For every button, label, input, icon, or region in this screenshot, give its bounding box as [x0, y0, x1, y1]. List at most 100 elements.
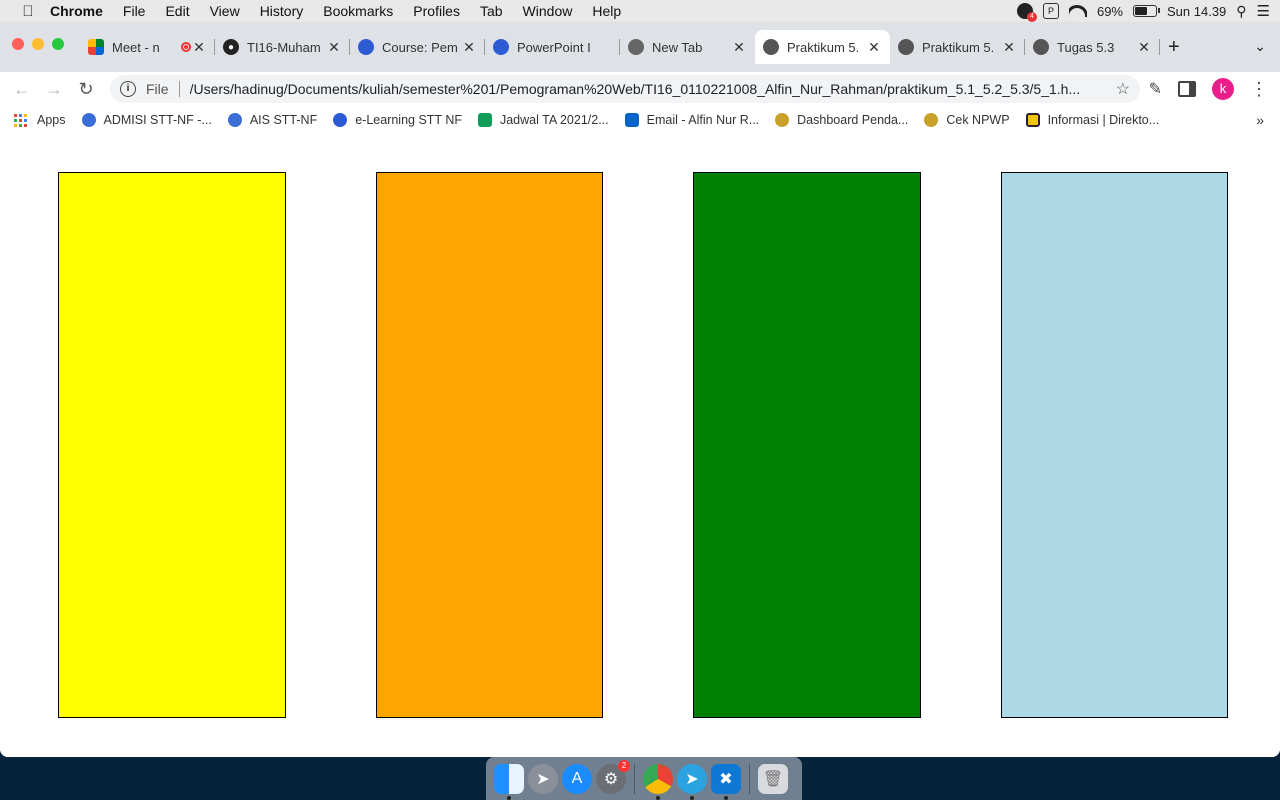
bookmark-npwp[interactable]: Cek NPWP: [924, 113, 1010, 127]
side-panel-icon[interactable]: [1178, 81, 1196, 97]
bookmark-dashboard[interactable]: Dashboard Penda...: [775, 113, 908, 127]
dock-separator: [634, 763, 635, 794]
bookmark-label: Informasi | Direkto...: [1047, 113, 1160, 127]
tab-powerpoint[interactable]: PowerPoint I: [485, 30, 620, 64]
spotlight-icon[interactable]: ⚲: [1236, 3, 1246, 20]
trash-icon[interactable]: 🗑: [758, 763, 788, 794]
close-tab-icon[interactable]: ✕: [461, 39, 477, 56]
scheme-label: File: [146, 81, 169, 97]
tab-title: Course: Pem: [382, 39, 458, 55]
bookmark-apps[interactable]: Apps: [14, 113, 66, 127]
elearning-icon: [493, 39, 509, 55]
tab-meet[interactable]: Meet - n ✕: [80, 30, 215, 64]
new-tab-button[interactable]: +: [1168, 37, 1180, 57]
profile-avatar[interactable]: k: [1212, 78, 1234, 100]
forward-button[interactable]: →: [38, 79, 70, 100]
lightblue-box: [1001, 172, 1228, 718]
window-controls: [12, 38, 64, 50]
close-window-button[interactable]: [12, 38, 24, 50]
menu-help[interactable]: Help: [582, 0, 631, 22]
menu-clock[interactable]: Sun 14.39: [1167, 4, 1226, 19]
menu-app-name[interactable]: Chrome: [40, 0, 113, 22]
tab-title: Tugas 5.3: [1057, 39, 1115, 55]
bookmark-label: AIS STT-NF: [249, 113, 318, 127]
extensions-icon[interactable]: ✎: [1149, 79, 1162, 99]
battery-percent: 69%: [1096, 3, 1123, 19]
tab-new-tab[interactable]: New Tab ✕: [620, 30, 755, 64]
battery-fill: [1135, 7, 1147, 15]
bookmark-label: Jadwal TA 2021/2...: [499, 113, 609, 127]
green-box: [693, 172, 921, 718]
tab-search-chevron-icon[interactable]: ⌄: [1254, 38, 1266, 55]
close-tab-icon[interactable]: ✕: [1136, 39, 1152, 56]
launchpad-icon[interactable]: ➤: [528, 763, 558, 794]
close-tab-icon[interactable]: ✕: [1001, 39, 1017, 56]
address-bar[interactable]: i File /Users/hadinug/Documents/kuliah/s…: [110, 75, 1140, 103]
finder-icon[interactable]: [494, 763, 524, 800]
close-tab-icon[interactable]: ✕: [866, 39, 882, 56]
bookmark-jadwal[interactable]: Jadwal TA 2021/2...: [477, 113, 609, 127]
bookmark-label: Dashboard Penda...: [797, 113, 909, 127]
tab-tugas[interactable]: Tugas 5.3 ✕: [1025, 30, 1160, 64]
tab-praktikum[interactable]: Praktikum 5. ✕: [890, 30, 1025, 64]
toolbar-actions: ✎ k ⋮: [1149, 78, 1268, 100]
tab-title: Meet - n: [112, 39, 160, 55]
telegram-icon[interactable]: ➤: [677, 763, 707, 800]
tab-title: PowerPoint I: [517, 39, 591, 55]
more-menu-icon[interactable]: ⋮: [1250, 80, 1268, 98]
bookmark-email[interactable]: Email - Alfin Nur R...: [624, 113, 759, 127]
menu-profiles[interactable]: Profiles: [403, 0, 470, 22]
globe-icon: [898, 39, 914, 55]
bookmark-ais[interactable]: AIS STT-NF: [227, 113, 318, 127]
tab-course[interactable]: Course: Pem ✕: [350, 30, 485, 64]
bookmark-informasi[interactable]: Informasi | Direkto...: [1025, 113, 1160, 127]
zoom-window-button[interactable]: [52, 38, 64, 50]
bookmark-elearning[interactable]: e-Learning STT NF: [333, 113, 462, 127]
bookmark-star-icon[interactable]: ☆: [1116, 79, 1130, 99]
minimize-window-button[interactable]: [32, 38, 44, 50]
github-icon: ●: [223, 39, 239, 55]
reload-button[interactable]: ↻: [70, 79, 102, 100]
url-text[interactable]: /Users/hadinug/Documents/kuliah/semester…: [190, 81, 1115, 97]
menu-bookmarks[interactable]: Bookmarks: [313, 0, 403, 22]
control-center-icon[interactable]: ☰: [1257, 2, 1270, 20]
apple-menu-icon[interactable]: : [16, 3, 40, 20]
screen-recorder-icon[interactable]: 4: [1016, 3, 1037, 22]
chrome-icon[interactable]: [643, 763, 673, 800]
page-content: [0, 134, 1280, 757]
app-store-icon[interactable]: A: [562, 763, 592, 794]
back-button[interactable]: ←: [6, 79, 38, 100]
recording-icon: [181, 42, 191, 52]
menu-file[interactable]: File: [113, 0, 156, 22]
sttnf-icon: [81, 113, 96, 127]
system-preferences-icon[interactable]: ⚙ 2: [596, 759, 630, 794]
tab-strip: Meet - n ✕ ● TI16-Muham ✕ Course: Pem ✕ …: [0, 22, 1280, 72]
google-meet-icon: [88, 39, 104, 55]
bookmark-admisi[interactable]: ADMISI STT-NF -...: [81, 113, 212, 127]
tab-praktikum-active[interactable]: Praktikum 5. ✕: [755, 30, 890, 64]
bookmark-label: Cek NPWP: [946, 113, 1010, 127]
close-tab-icon[interactable]: ✕: [731, 39, 747, 56]
vscode-icon[interactable]: ✖: [711, 763, 741, 800]
bookmarks-overflow-icon[interactable]: »: [1256, 112, 1264, 128]
info-icon[interactable]: i: [120, 81, 136, 97]
parking-icon[interactable]: P: [1042, 3, 1059, 19]
tab-github[interactable]: ● TI16-Muham ✕: [215, 30, 350, 64]
macos-dock: ➤ A ⚙ 2 ➤ ✖ 🗑: [486, 757, 802, 800]
close-tab-icon[interactable]: ✕: [326, 39, 342, 56]
menu-view[interactable]: View: [200, 0, 250, 22]
dock-separator: [749, 763, 750, 794]
wifi-icon[interactable]: [1068, 5, 1087, 17]
menu-edit[interactable]: Edit: [155, 0, 199, 22]
battery-icon[interactable]: [1133, 5, 1160, 17]
notification-badge: 4: [1026, 12, 1037, 22]
menu-tab[interactable]: Tab: [470, 0, 513, 22]
tab-title: Praktikum 5.: [787, 39, 860, 55]
globe-icon: [1033, 39, 1049, 55]
menu-history[interactable]: History: [250, 0, 314, 22]
menu-window[interactable]: Window: [513, 0, 583, 22]
elearning-icon: [333, 113, 348, 127]
close-tab-icon[interactable]: ✕: [191, 39, 207, 56]
tab-title: Praktikum 5.: [922, 39, 995, 55]
tab-title: New Tab: [652, 39, 703, 55]
